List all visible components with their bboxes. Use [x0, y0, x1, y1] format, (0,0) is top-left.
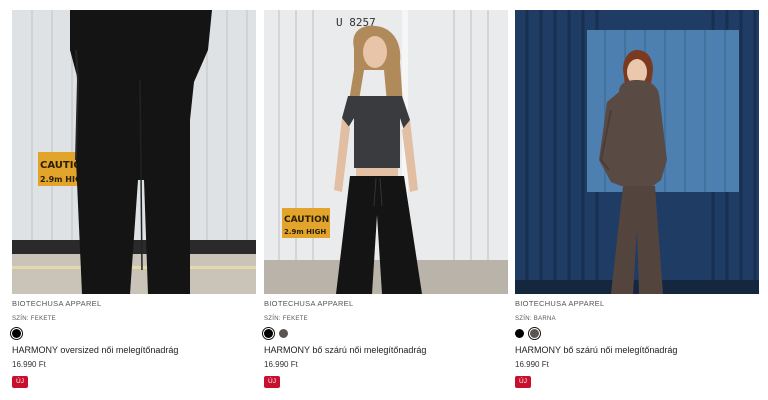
color-swatches	[515, 326, 759, 340]
product-grid: CAUTION 2.9m HIGH BIOTECHUSA APPAREL SZÍ…	[0, 0, 768, 400]
product-brand: BIOTECHUSA APPAREL	[515, 299, 605, 308]
swatch-brown[interactable]	[279, 328, 288, 338]
product-brand: BIOTECHUSA APPAREL	[12, 299, 102, 308]
product-card[interactable]: CAUTION 2.9m HIGH BIOTECHUSA APPAREL SZÍ…	[10, 10, 256, 388]
product-price: 16.990 Ft	[12, 360, 46, 369]
product-title[interactable]: HARMONY bő szárú női melegítőnadrág	[515, 344, 759, 356]
color-swatches	[262, 326, 508, 340]
product-image[interactable]: CAUTION 2.9m HIGH	[12, 10, 256, 294]
product-card[interactable]: U 8257 CAUTION 2.9m HIGH BIOTECHUSA APPA…	[262, 10, 508, 388]
swatch-brown[interactable]	[528, 326, 541, 340]
swatch-black[interactable]	[10, 326, 23, 340]
product-price: 16.990 Ft	[515, 360, 549, 369]
product-price: 16.990 Ft	[264, 360, 298, 369]
sign-height-text: 2.9m HIGH	[284, 228, 326, 236]
new-badge: ÚJ	[515, 376, 531, 388]
product-card[interactable]: BIOTECHUSA APPAREL SZÍN: BARNA HARMONY b…	[515, 10, 759, 388]
product-brand: BIOTECHUSA APPAREL	[264, 299, 354, 308]
product-color-label: SZÍN: FEKETE	[12, 316, 56, 322]
swatch-black[interactable]	[262, 326, 275, 340]
product-color-label: SZÍN: FEKETE	[264, 316, 308, 322]
product-color-label: SZÍN: BARNA	[515, 316, 556, 322]
color-swatches	[10, 326, 256, 340]
swatch-black[interactable]	[515, 328, 524, 338]
new-badge: ÚJ	[264, 376, 280, 388]
new-badge: ÚJ	[12, 376, 28, 388]
product-image[interactable]: U 8257 CAUTION 2.9m HIGH	[264, 10, 508, 294]
product-image[interactable]	[515, 10, 759, 294]
product-title[interactable]: HARMONY oversized női melegítőnadrág	[12, 344, 256, 356]
product-title[interactable]: HARMONY bő szárú női melegítőnadrág	[264, 344, 508, 356]
sign-caution-text: CAUTION	[284, 215, 329, 225]
